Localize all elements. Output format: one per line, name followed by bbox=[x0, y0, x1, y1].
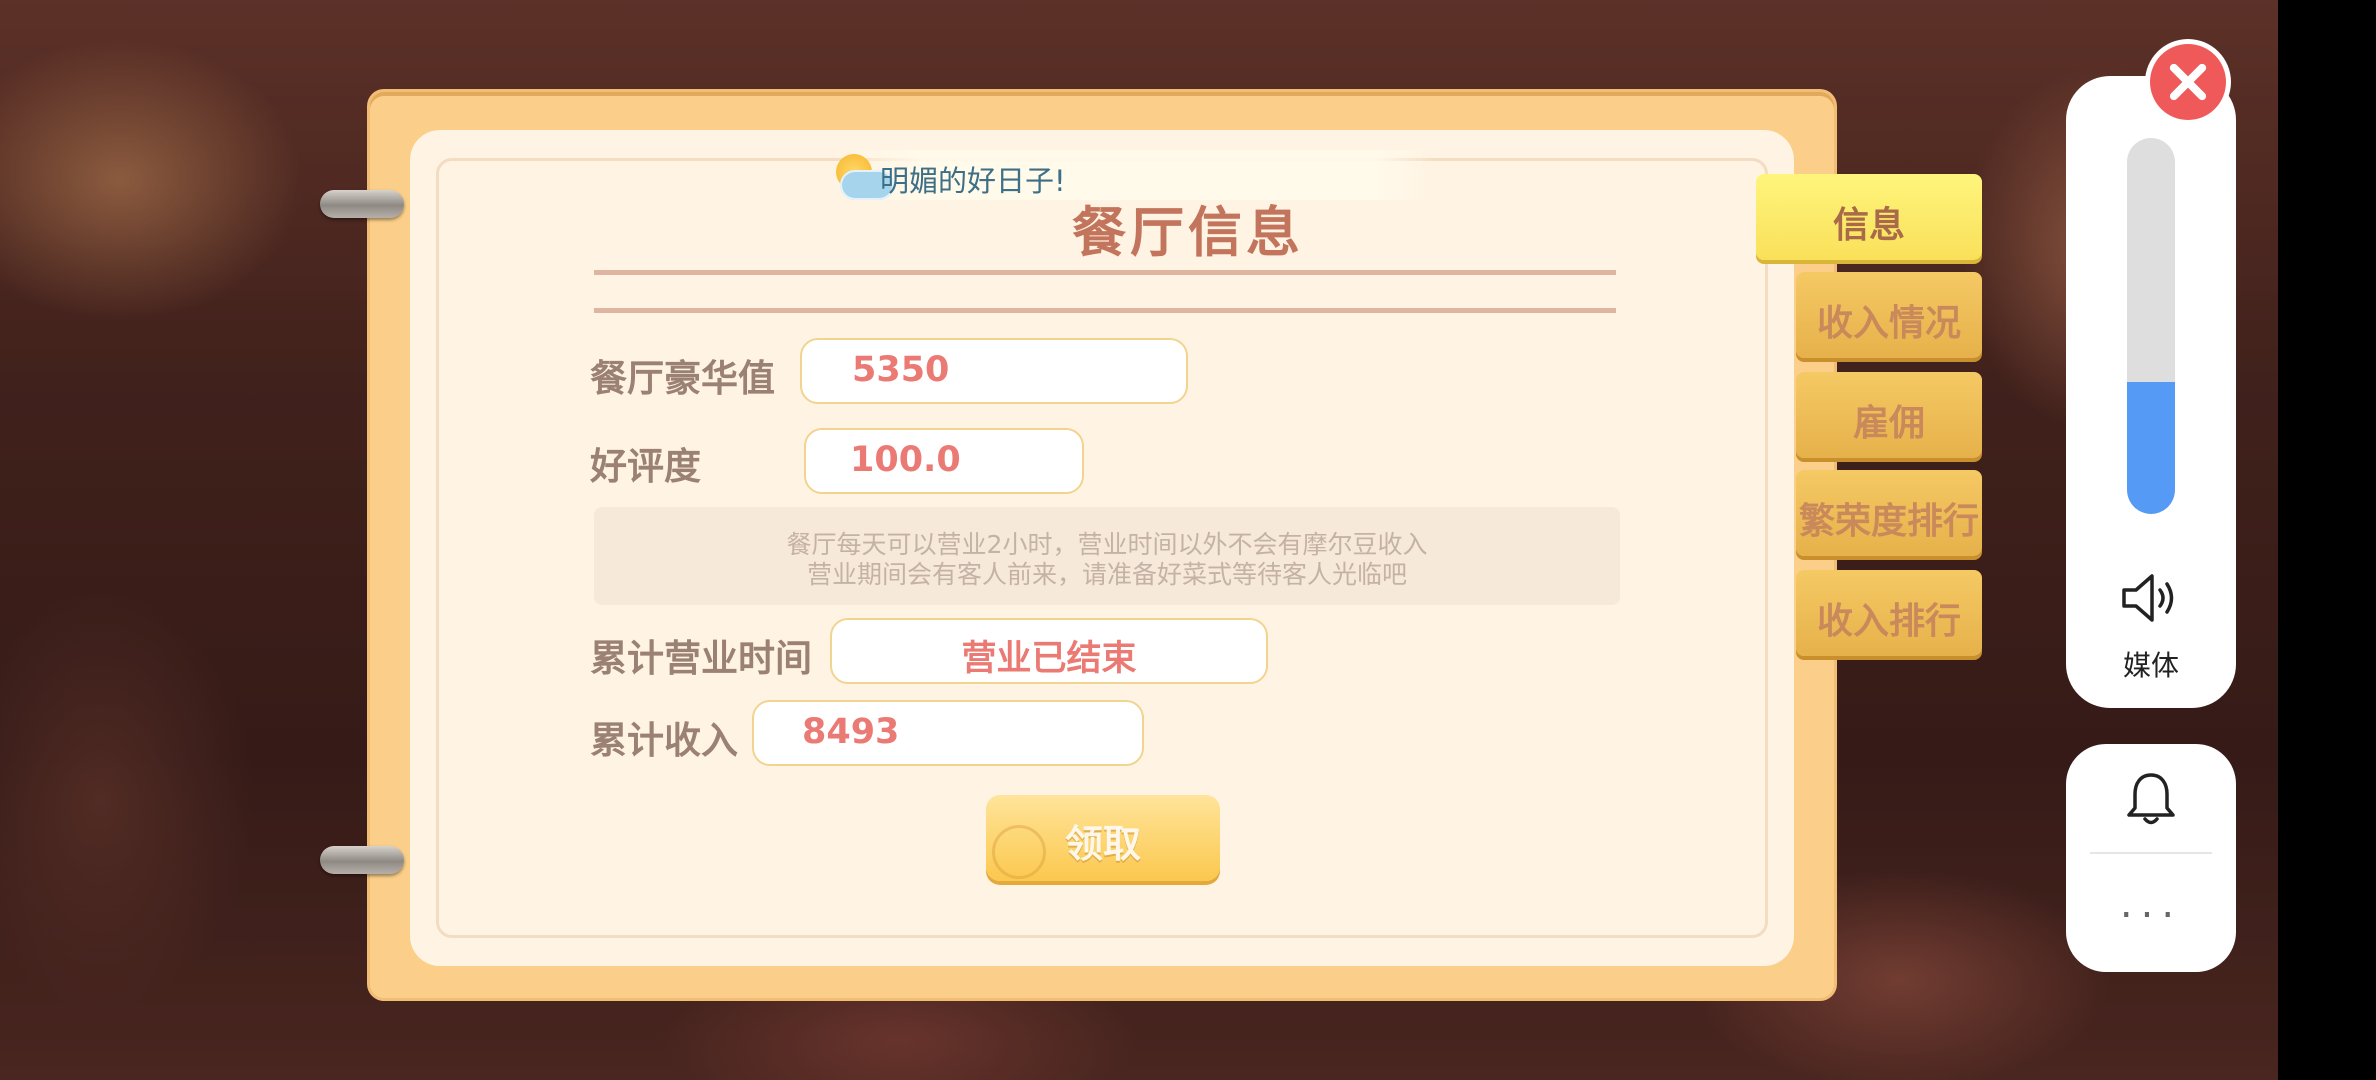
close-icon[interactable] bbox=[2150, 44, 2226, 120]
business-notice: 餐厅每天可以营业2小时，营业时间以外不会有摩尔豆收入 营业期间会有客人前来，请准… bbox=[594, 507, 1620, 605]
title-divider-top bbox=[594, 270, 1616, 275]
hours-label: 累计营业时间 bbox=[590, 637, 812, 680]
notice-line-2: 营业期间会有客人前来，请准备好菜式等待客人光临吧 bbox=[806, 560, 1407, 589]
tab-hire[interactable]: 雇佣 bbox=[1796, 372, 1982, 458]
luxury-value: 5350 bbox=[852, 350, 950, 390]
rating-value: 100.0 bbox=[850, 440, 961, 480]
speaker-icon[interactable] bbox=[2120, 572, 2180, 624]
claim-button-label: 领取 bbox=[1064, 822, 1141, 866]
ringer-panel: ... bbox=[2066, 744, 2236, 972]
ringer-divider bbox=[2090, 852, 2212, 854]
media-label: 媒体 bbox=[2122, 649, 2179, 682]
tab-income-status[interactable]: 收入情况 bbox=[1796, 272, 1982, 358]
rating-label: 好评度 bbox=[590, 445, 701, 488]
hours-value: 营业已结束 bbox=[961, 639, 1137, 679]
tab-income-status-label: 收入情况 bbox=[1816, 303, 1961, 344]
tab-info-label: 信息 bbox=[1832, 205, 1905, 246]
income-label: 累计收入 bbox=[590, 719, 738, 762]
volume-level-fill bbox=[2127, 382, 2175, 514]
tab-prosperity-ranking[interactable]: 繁荣度排行 bbox=[1796, 470, 1982, 556]
more-options-icon[interactable]: ... bbox=[2066, 884, 2236, 924]
tab-prosperity-ranking-label: 繁荣度排行 bbox=[1798, 501, 1979, 542]
tab-info[interactable]: 信息 bbox=[1756, 174, 1982, 260]
tab-income-ranking[interactable]: 收入排行 bbox=[1796, 570, 1982, 656]
title-divider-bottom bbox=[594, 308, 1616, 313]
luxury-field: 5350 bbox=[800, 338, 1188, 404]
volume-panel: 媒体 bbox=[2066, 76, 2236, 708]
panel-title: 餐厅信息 bbox=[1072, 201, 1304, 264]
bell-icon[interactable] bbox=[2122, 770, 2180, 828]
binder-ring-bottom bbox=[320, 846, 404, 874]
rating-field: 100.0 bbox=[804, 428, 1084, 494]
hours-field: 营业已结束 bbox=[830, 618, 1268, 684]
luxury-label: 餐厅豪华值 bbox=[590, 357, 775, 400]
tab-hire-label: 雇佣 bbox=[1852, 403, 1925, 444]
volume-slider[interactable] bbox=[2127, 138, 2175, 514]
claim-button[interactable]: 领取 bbox=[986, 795, 1220, 881]
income-field: 8493 bbox=[752, 700, 1144, 766]
tab-income-ranking-label: 收入排行 bbox=[1816, 601, 1961, 642]
income-value: 8493 bbox=[802, 712, 900, 752]
screen-edge bbox=[2278, 0, 2376, 1080]
